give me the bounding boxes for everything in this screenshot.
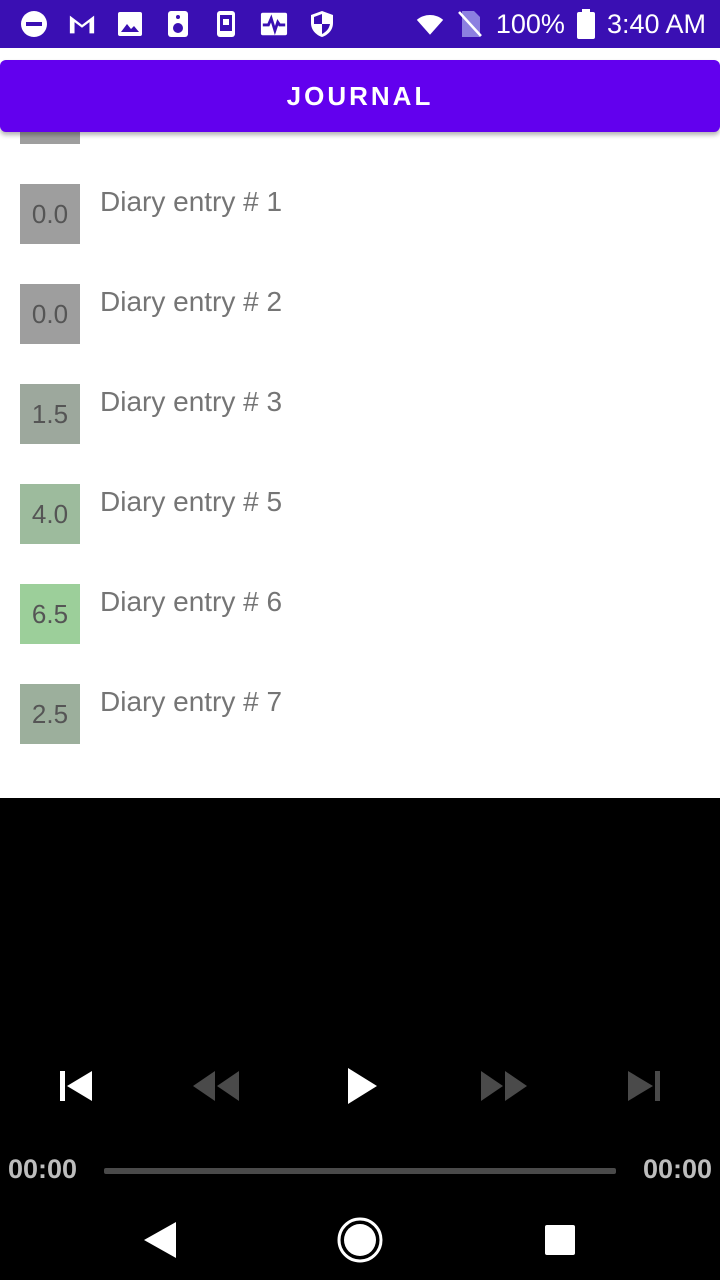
phone-icon xyxy=(212,10,240,38)
image-icon xyxy=(116,10,144,38)
skip-previous-icon[interactable] xyxy=(50,1060,102,1112)
navigation-bar xyxy=(0,1202,720,1280)
score-badge: 2.5 xyxy=(20,684,80,744)
no-sim-icon xyxy=(456,10,484,38)
do-not-disturb-icon xyxy=(20,10,48,38)
media-player: 00:00 00:00 xyxy=(0,798,720,1280)
diary-list[interactable]: 0.0Diary entry # 00.0Diary entry # 10.0D… xyxy=(0,132,720,798)
seek-bar[interactable] xyxy=(104,1168,616,1174)
app-title: JOURNAL xyxy=(286,80,434,111)
diary-entry-item[interactable]: 0.0 Diary entry # 2 xyxy=(0,264,720,364)
shield-icon xyxy=(308,10,336,38)
battery-percent: 100% xyxy=(495,8,565,39)
rewind-icon[interactable] xyxy=(190,1060,242,1112)
entry-title: Diary entry # 1 xyxy=(100,186,283,217)
entry-title: Diary entry # 2 xyxy=(100,286,283,317)
entry-title: Diary entry # 6 xyxy=(100,586,283,617)
diary-entry-item[interactable]: 1.5 Diary entry # 3 xyxy=(0,364,720,464)
home-icon[interactable] xyxy=(330,1210,390,1270)
entry-title: Diary entry # 5 xyxy=(100,486,283,517)
score-badge: 1.5 xyxy=(20,384,80,444)
app-bar: JOURNAL xyxy=(0,60,720,132)
diary-entry-item[interactable]: 2.5 Diary entry # 7 xyxy=(0,664,720,764)
score-badge: 0.0 xyxy=(20,184,80,244)
activity-icon xyxy=(260,10,288,38)
wifi-icon xyxy=(416,10,444,38)
recents-icon[interactable] xyxy=(530,1210,590,1270)
entry-title: Diary entry # 3 xyxy=(100,386,283,417)
skip-next-icon[interactable] xyxy=(618,1060,670,1112)
status-bar: 100% 3:40 AM xyxy=(0,0,720,48)
diary-entry-item[interactable]: 0.0Diary entry # 0 xyxy=(0,132,720,164)
player-controls xyxy=(0,1060,720,1112)
score-badge: 4.0 xyxy=(20,484,80,544)
play-icon[interactable] xyxy=(336,1060,388,1112)
clock: 3:40 AM xyxy=(606,8,706,39)
back-icon[interactable] xyxy=(130,1210,190,1270)
speaker-icon xyxy=(164,10,192,38)
diary-entry-item[interactable]: 0.0 Diary entry # 1 xyxy=(0,164,720,264)
diary-entry-item[interactable]: 4.0 Diary entry # 5 xyxy=(0,464,720,564)
score-badge: 6.5 xyxy=(20,584,80,644)
duration-time: 00:00 xyxy=(642,1154,712,1184)
gmail-icon xyxy=(68,10,96,38)
entry-title: Diary entry # 7 xyxy=(100,686,283,717)
current-time: 00:00 xyxy=(8,1154,78,1184)
battery-icon xyxy=(576,9,595,39)
diary-list-content: 0.0Diary entry # 00.0Diary entry # 10.0D… xyxy=(0,132,720,764)
score-badge: 0.0 xyxy=(20,132,80,144)
fast-forward-icon[interactable] xyxy=(478,1060,530,1112)
score-badge: 0.0 xyxy=(20,284,80,344)
diary-entry-item[interactable]: 6.5 Diary entry # 6 xyxy=(0,564,720,664)
